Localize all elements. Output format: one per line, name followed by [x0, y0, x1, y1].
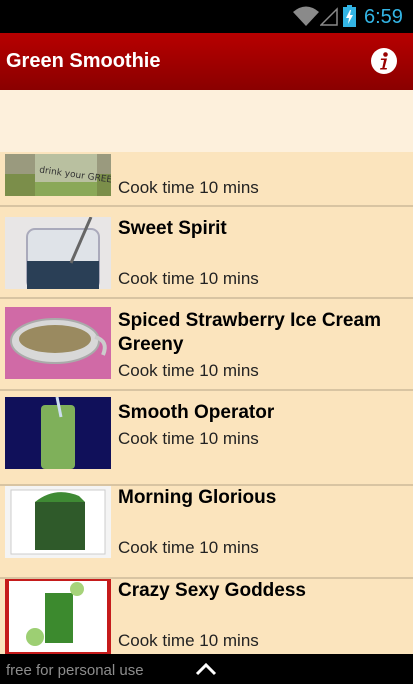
clock: 6:59	[364, 6, 403, 28]
recipe-thumbnail	[5, 579, 111, 654]
footer-text: free for personal use	[6, 662, 144, 679]
info-icon[interactable]	[370, 47, 398, 75]
cook-time: Cook time 10 mins	[118, 429, 259, 448]
cook-time: Cook time 10 mins	[118, 631, 259, 650]
app-bar: Green Smoothie	[0, 33, 413, 90]
list-item[interactable]: Smooth Operator Cook time 10 mins	[0, 391, 413, 486]
cook-time: Cook time 10 mins	[118, 538, 259, 557]
cook-time: Cook time 10 mins	[118, 361, 259, 380]
signal-icon	[320, 7, 338, 26]
list-item[interactable]: Sweet Spirit Cook time 10 mins	[0, 207, 413, 299]
list-item[interactable]: drink your GREENS Cook time 10 mins	[0, 90, 413, 207]
recipe-list[interactable]: drink your GREENS Cook time 10 mins Swee…	[0, 90, 413, 654]
app-title: Green Smoothie	[6, 50, 161, 72]
list-item[interactable]: Spiced Strawberry Ice Cream Greeny Cook …	[0, 299, 413, 391]
recipe-thumbnail: drink your GREENS	[5, 154, 111, 196]
recipe-title: Crazy Sexy Goddess	[118, 580, 306, 601]
recipe-title: Sweet Spirit	[118, 218, 227, 239]
recipe-thumbnail	[5, 217, 111, 289]
recipe-title: Spiced Strawberry Ice Cream Greeny	[118, 310, 381, 355]
battery-charging-icon	[343, 5, 356, 27]
chevron-up-icon[interactable]	[195, 661, 217, 677]
cook-time: Cook time 10 mins	[118, 269, 259, 288]
wifi-icon	[293, 6, 319, 26]
list-item[interactable]: Morning Glorious Cook time 10 mins	[0, 486, 413, 579]
cook-time: Cook time 10 mins	[118, 178, 259, 197]
status-bar: 6:59	[0, 0, 413, 33]
footer-bar: free for personal use	[0, 654, 413, 684]
recipe-title: Morning Glorious	[118, 487, 277, 508]
list-item[interactable]: Crazy Sexy Goddess Cook time 10 mins	[0, 579, 413, 654]
recipe-thumbnail	[5, 307, 111, 379]
recipe-thumbnail	[5, 486, 111, 558]
recipe-thumbnail	[5, 397, 111, 469]
recipe-title: Smooth Operator	[118, 402, 275, 423]
